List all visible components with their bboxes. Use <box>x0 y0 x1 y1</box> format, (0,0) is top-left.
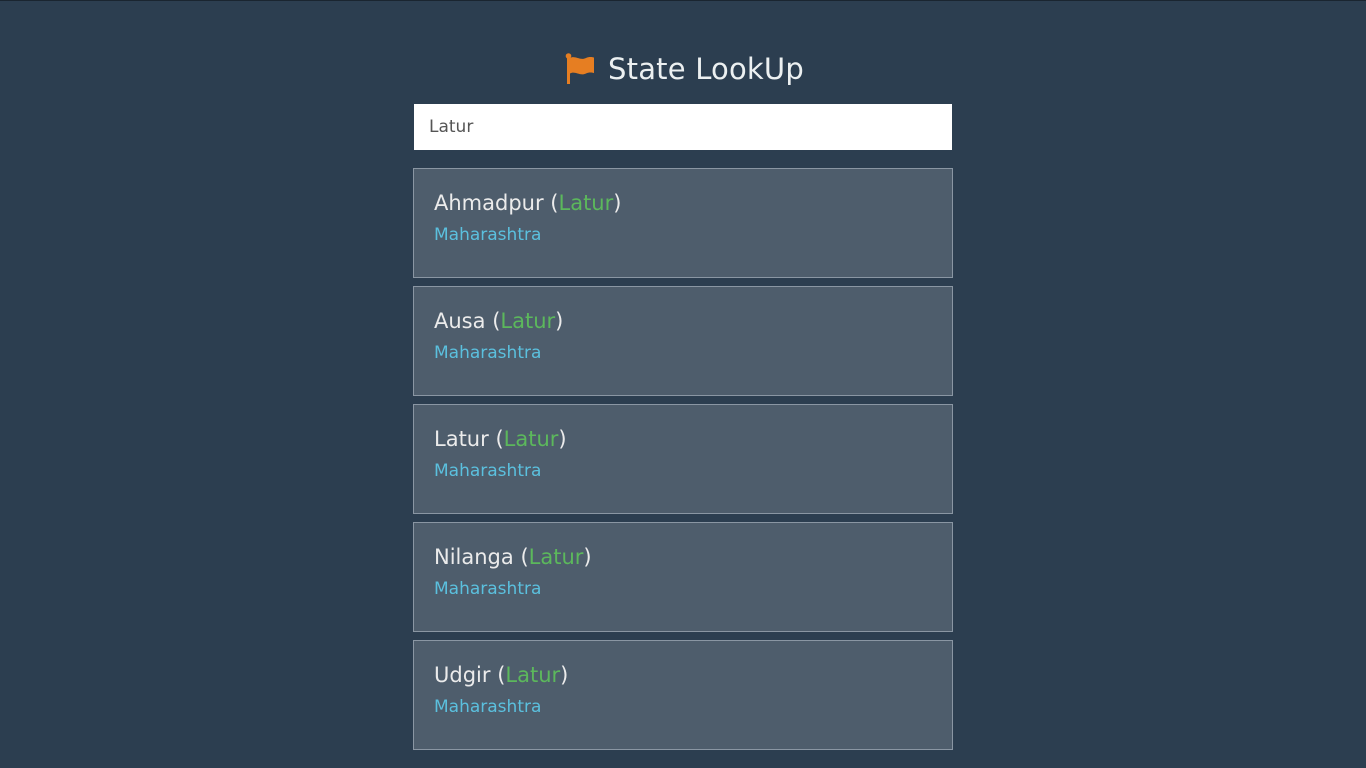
close-paren: ) <box>560 663 569 687</box>
results-list: Ahmadpur (Latur) Maharashtra Ausa (Latur… <box>413 168 953 758</box>
page-title: State LookUp <box>608 52 804 86</box>
city-name: Ahmadpur <box>434 191 544 215</box>
state-name: Maharashtra <box>434 697 542 717</box>
district-name: Latur <box>558 191 614 215</box>
city-name: Nilanga <box>434 545 514 569</box>
result-title: Udgir (Latur) <box>434 661 932 689</box>
result-card[interactable]: Ahmadpur (Latur) Maharashtra <box>413 168 953 278</box>
district-name: Latur <box>505 663 561 687</box>
result-card[interactable]: Udgir (Latur) Maharashtra <box>413 640 953 750</box>
city-name: Ausa <box>434 309 486 333</box>
result-title: Nilanga (Latur) <box>434 543 932 571</box>
close-paren: ) <box>555 309 564 333</box>
city-name: Udgir <box>434 663 491 687</box>
result-card[interactable]: Latur (Latur) Maharashtra <box>413 404 953 514</box>
state-name: Maharashtra <box>434 579 542 599</box>
district-name: Latur <box>500 309 556 333</box>
flag-icon <box>562 52 596 86</box>
city-name: Latur <box>434 427 489 451</box>
open-paren: ( <box>550 191 559 215</box>
result-title: Ahmadpur (Latur) <box>434 189 932 217</box>
header: State LookUp <box>0 49 1366 89</box>
close-paren: ) <box>558 427 567 451</box>
district-name: Latur <box>528 545 584 569</box>
open-paren: ( <box>520 545 529 569</box>
close-paren: ) <box>613 191 622 215</box>
search-input[interactable] <box>414 104 952 150</box>
district-name: Latur <box>503 427 559 451</box>
result-card[interactable]: Nilanga (Latur) Maharashtra <box>413 522 953 632</box>
state-name: Maharashtra <box>434 225 542 245</box>
close-paren: ) <box>583 545 592 569</box>
result-title: Ausa (Latur) <box>434 307 932 335</box>
state-name: Maharashtra <box>434 461 542 481</box>
result-title: Latur (Latur) <box>434 425 932 453</box>
result-card[interactable]: Ausa (Latur) Maharashtra <box>413 286 953 396</box>
open-paren: ( <box>495 427 504 451</box>
state-name: Maharashtra <box>434 343 542 363</box>
app-root: State LookUp Ahmadpur (Latur) Maharashtr… <box>0 0 1366 768</box>
